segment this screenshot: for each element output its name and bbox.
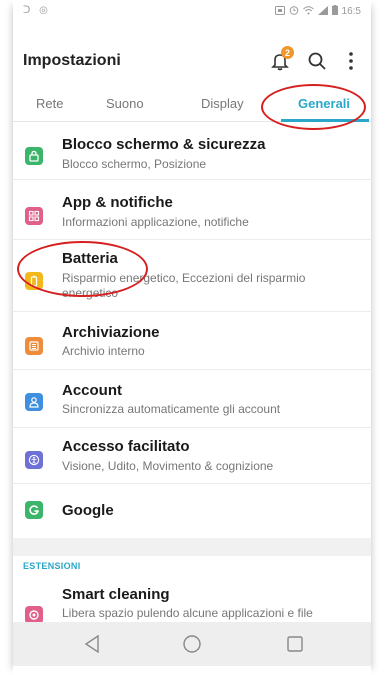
item-title: Account [62,382,122,399]
storage-icon [25,337,43,355]
list-item-apps[interactable]: App & notifiche Informazioni applicazion… [13,180,371,240]
item-title: Google [62,502,114,519]
status-right: 16:5 [274,5,361,18]
back-icon [84,634,99,654]
accessibility-icon [25,451,43,469]
search-button[interactable] [304,48,330,74]
tab-generali[interactable]: Generali [298,96,350,111]
item-subtitle: Archivio interno [62,344,145,358]
more-vertical-icon [349,52,353,70]
list-item-storage[interactable]: Archiviazione Archivio interno [13,312,371,370]
item-subtitle: Blocco schermo, Posizione [62,157,207,171]
navigation-bar [13,622,371,666]
signal-icon [317,5,328,18]
wifi-icon [302,5,314,18]
item-title: Smart cleaning [62,586,170,603]
apps-icon [25,207,43,225]
list-item-account[interactable]: Account Sincronizza automaticamente gli … [13,370,371,428]
battery-icon [25,272,43,290]
page-title: Impostazioni [23,52,121,69]
list-item-google[interactable]: Google [13,484,371,538]
item-title: Archiviazione [62,324,160,341]
list-item-battery[interactable]: Batteria Risparmio energetico, Eccezioni… [13,240,371,312]
item-title: App & notifiche [62,194,173,211]
recents-button[interactable] [283,632,307,656]
item-subtitle: Informazioni applicazione, notifiche [62,215,249,229]
item-title: Accesso facilitato [62,438,190,455]
battery-status-icon [331,5,338,18]
notifications-button[interactable]: 2 [267,46,294,74]
nfc-icon [274,5,285,18]
tab-bar: Rete Suono Display Generali [13,90,371,122]
phone-screen: ᑐ ◎ 16:5 Impostazioni 2 Rete Suono Displ… [13,0,371,675]
item-title: Batteria [62,250,118,267]
clock: 16:5 [341,6,361,17]
status-bar: ᑐ ◎ 16:5 [13,0,371,22]
list-item-smart-cleaning[interactable]: Smart cleaning Libera spazio pulendo alc… [13,578,371,624]
notification-badge: 2 [281,46,294,59]
item-subtitle: Visione, Udito, Movimento & cognizione [62,459,274,473]
item-subtitle: Risparmio energetico, Eccezioni del risp… [62,271,306,300]
list-item-accessibility[interactable]: Accesso facilitato Visione, Udito, Movim… [13,428,371,484]
status-left-icons: ᑐ ◎ [23,5,51,16]
home-icon [183,635,201,653]
section-label-estensioni: ESTENSIONI [23,561,81,571]
tab-rete[interactable]: Rete [36,96,63,111]
tab-suono[interactable]: Suono [106,96,144,111]
app-bar: Impostazioni 2 [13,42,371,82]
item-title: Blocco schermo & sicurezza [62,136,266,153]
google-icon [25,501,43,519]
screenshot-frame: ᑐ ◎ 16:5 Impostazioni 2 Rete Suono Displ… [0,0,387,675]
list-item-security[interactable]: Blocco schermo & sicurezza Blocco scherm… [13,122,371,180]
account-icon [25,393,43,411]
item-subtitle: Libera spazio pulendo alcune applicazion… [62,606,313,620]
alarm-icon [289,5,299,18]
item-subtitle: Sincronizza automaticamente gli account [62,402,281,416]
tab-display[interactable]: Display [201,96,244,111]
section-divider [13,538,371,556]
back-button[interactable] [80,632,104,656]
home-button[interactable] [180,632,204,656]
lock-icon [25,147,43,165]
recents-icon [287,636,303,652]
more-options-button[interactable] [338,48,364,74]
search-icon [308,52,326,70]
